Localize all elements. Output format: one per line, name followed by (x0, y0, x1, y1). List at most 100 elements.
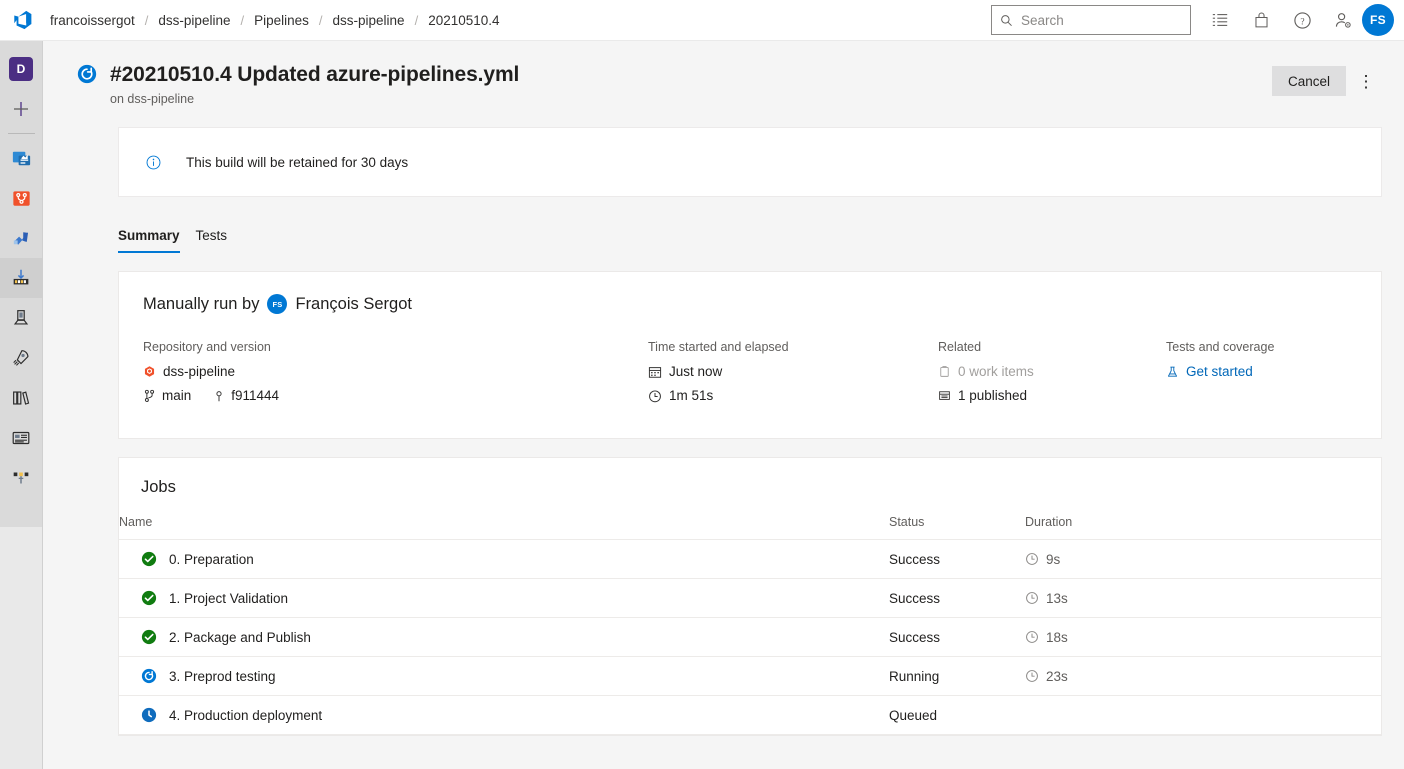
tab-summary[interactable]: Summary (118, 228, 180, 253)
clock-icon (1025, 630, 1039, 644)
table-row[interactable]: 4. Production deployment Queued (119, 696, 1381, 735)
sidebar-item-repos[interactable] (0, 178, 43, 218)
project-avatar[interactable]: D (0, 49, 43, 89)
table-row[interactable]: 1. Project Validation Success (119, 579, 1381, 618)
rail-divider (8, 133, 35, 134)
info-circle-icon (145, 154, 162, 171)
job-duration-cell: 23s (1025, 657, 1381, 696)
job-duration: 9s (1046, 552, 1060, 567)
ran-by-prefix: Manually run by (143, 295, 259, 314)
tab-bar: Summary Tests (118, 219, 1404, 253)
search-input[interactable] (1021, 13, 1182, 28)
job-name-cell: 2. Package and Publish (119, 618, 889, 657)
sidebar-item-releases[interactable] (0, 298, 43, 338)
rail-filler (0, 527, 42, 769)
title-block: #20210510.4 Updated azure-pipelines.yml … (110, 61, 1272, 106)
avatar[interactable]: FS (1362, 4, 1394, 36)
table-row[interactable]: 2. Package and Publish Success (119, 618, 1381, 657)
backlog-list-icon[interactable] (1209, 9, 1231, 31)
job-status: Success (889, 618, 1025, 657)
clock-icon (648, 389, 662, 403)
search-box[interactable] (991, 5, 1191, 35)
sidebar-item-builds[interactable] (0, 258, 43, 298)
artifacts-count: 1 published (958, 388, 1027, 403)
job-name: 1. Project Validation (169, 591, 288, 606)
tests-column: Tests and coverage Get started (1166, 340, 1357, 412)
retention-banner: This build will be retained for 30 days (118, 127, 1382, 197)
sidebar-item-deployments[interactable] (0, 338, 43, 378)
elapsed-row: 1m 51s (648, 388, 918, 403)
branch-item[interactable]: main (143, 388, 191, 403)
job-name-cell: 0. Preparation (119, 540, 889, 579)
elapsed-time: 1m 51s (669, 388, 713, 403)
ran-by-name: François Sergot (295, 295, 411, 314)
table-row[interactable]: 0. Preparation Success (119, 540, 1381, 579)
tests-get-started-link[interactable]: Get started (1166, 364, 1337, 379)
breadcrumb: francoissergot / dss-pipeline / Pipeline… (40, 13, 510, 28)
new-item-button[interactable] (0, 89, 43, 129)
sidebar-item-library[interactable] (0, 378, 43, 418)
success-check-icon (141, 590, 157, 606)
cancel-button[interactable]: Cancel (1272, 66, 1346, 96)
jobs-table-head: Name Status Duration (119, 515, 1381, 540)
sidebar-item-overview[interactable] (0, 138, 43, 178)
svg-text:?: ? (1300, 17, 1304, 27)
project-initial: D (9, 57, 33, 81)
column-header-duration: Duration (1025, 515, 1381, 540)
job-name-cell: 1. Project Validation (119, 579, 889, 618)
job-status: Queued (889, 696, 1025, 735)
running-spinner-icon (76, 63, 98, 85)
breadcrumb-item-pipeline[interactable]: dss-pipeline (323, 13, 415, 28)
tab-tests[interactable]: Tests (196, 228, 228, 253)
artifacts-row[interactable]: 1 published (938, 388, 1146, 403)
job-name: 4. Production deployment (169, 708, 322, 723)
job-status: Success (889, 579, 1025, 618)
user-settings-icon[interactable] (1332, 9, 1354, 31)
breadcrumb-item-org[interactable]: francoissergot (40, 13, 145, 28)
breadcrumb-item-project[interactable]: dss-pipeline (148, 13, 240, 28)
commit-item[interactable]: f911444 (213, 388, 279, 403)
clock-icon (1025, 669, 1039, 683)
azure-devops-logo-icon[interactable] (6, 9, 40, 31)
table-row[interactable]: 3. Preprod testing Running (119, 657, 1381, 696)
commit-hash: f911444 (231, 388, 279, 403)
breadcrumb-item-pipelines[interactable]: Pipelines (244, 13, 319, 28)
jobs-header-row: Name Status Duration (119, 515, 1381, 540)
clock-icon (1025, 591, 1039, 605)
jobs-card: Jobs Name Status Duration (118, 457, 1382, 736)
clock-icon (1025, 552, 1039, 566)
main-content: #20210510.4 Updated azure-pipelines.yml … (43, 41, 1404, 769)
jobs-table: Name Status Duration (119, 515, 1381, 735)
repository-column: Repository and version dss-pipeline (143, 340, 648, 412)
left-rail: D (0, 41, 43, 769)
more-options-icon[interactable]: ⋮ (1350, 65, 1382, 97)
marketplace-bag-icon[interactable] (1250, 9, 1272, 31)
job-duration: 23s (1046, 669, 1068, 684)
time-column: Time started and elapsed (648, 340, 938, 412)
avatar: FS (267, 294, 287, 314)
branch-icon (143, 389, 156, 403)
sidebar-item-environments[interactable] (0, 458, 43, 498)
summary-card: Manually run by FS François Sergot Repos… (118, 271, 1382, 439)
help-circle-icon[interactable]: ? (1291, 9, 1313, 31)
repository-name-row[interactable]: dss-pipeline (143, 364, 628, 379)
column-header-status: Status (889, 515, 1025, 540)
job-name-cell: 3. Preprod testing (119, 657, 889, 696)
commit-icon (213, 389, 225, 403)
repository-name: dss-pipeline (163, 364, 235, 379)
sidebar-item-task-groups[interactable] (0, 418, 43, 458)
work-items-row: 0 work items (938, 364, 1146, 379)
job-duration-cell: 18s (1025, 618, 1381, 657)
banner-text: This build will be retained for 30 days (186, 155, 408, 170)
branch-name: main (162, 388, 191, 403)
jobs-table-body: 0. Preparation Success (119, 540, 1381, 735)
breadcrumb-item-run[interactable]: 20210510.4 (418, 13, 509, 28)
work-item-icon (938, 365, 951, 378)
job-duration-cell (1025, 696, 1381, 735)
branch-commit-row: main (143, 388, 628, 403)
sidebar-item-pipelines[interactable] (0, 218, 43, 258)
top-header: francoissergot / dss-pipeline / Pipeline… (0, 0, 1404, 41)
success-check-icon (141, 629, 157, 645)
calendar-icon (648, 365, 662, 379)
azure-repos-icon (143, 365, 156, 378)
